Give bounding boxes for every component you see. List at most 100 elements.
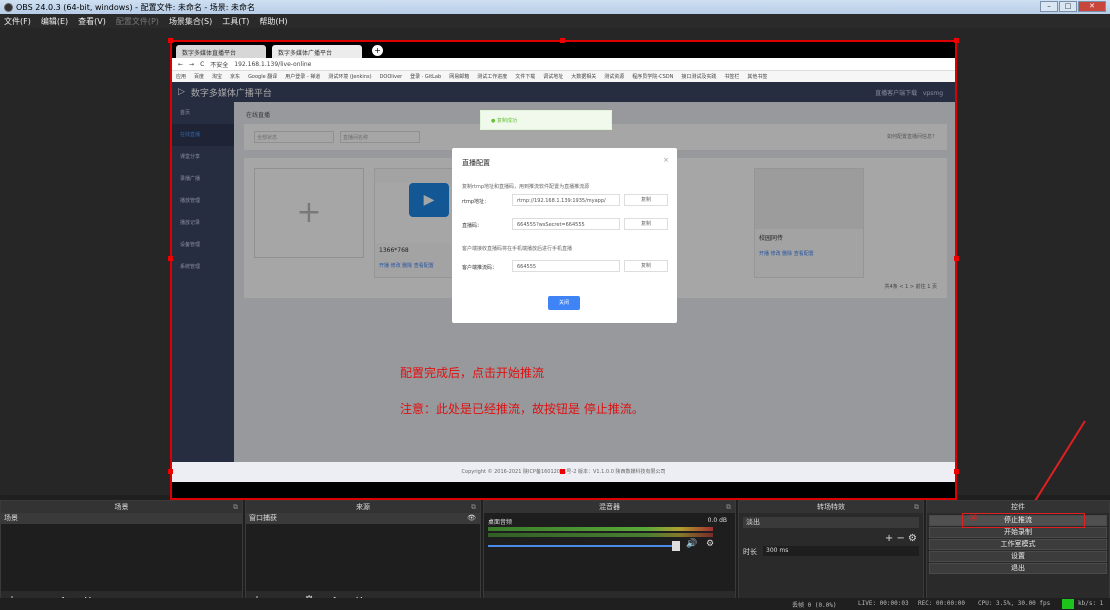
- transitions-toolbar[interactable]: + − ⚙: [885, 533, 917, 544]
- bookmark-item[interactable]: 大数据相关: [571, 73, 596, 80]
- preview-canvas[interactable]: 数字多媒体直播平台 数字多媒体广播平台 + ← → C 不安全 192.168.…: [170, 40, 957, 500]
- visibility-eye-icon[interactable]: 👁: [467, 513, 476, 524]
- menu-bar: 文件(F) 编辑(E) 查看(V) 配置文件(P) 场景集合(S) 工具(T) …: [0, 14, 1110, 28]
- controls-dock-title: 控件: [927, 501, 1109, 513]
- bitrate: kb/s: 1: [1078, 600, 1104, 607]
- menu-scene-collection[interactable]: 场景集合(S): [169, 16, 212, 27]
- live-config-dialog: 直播配置 × 复制rtmp地址和直播码，用到推流软件配置为直播推流源 rtmp地…: [452, 148, 677, 323]
- resize-handle[interactable]: [560, 469, 565, 474]
- copy-toast: ● 复制成功: [480, 110, 612, 130]
- menu-edit[interactable]: 编辑(E): [41, 16, 68, 27]
- resize-handle[interactable]: [954, 256, 959, 261]
- toast-text: 复制成功: [496, 118, 517, 124]
- bookmark-item[interactable]: 登录 · GitLab: [410, 73, 441, 80]
- window-titlebar: OBS 24.0.3 (64-bit, windows) - 配置文件: 未命名…: [0, 0, 1110, 14]
- source-item[interactable]: 窗口捕获 👁: [246, 513, 480, 524]
- copy-key-button[interactable]: 复制: [624, 218, 668, 230]
- new-tab-icon[interactable]: +: [372, 45, 383, 56]
- back-icon[interactable]: ←: [178, 61, 183, 68]
- browser-tab-2[interactable]: 数字多媒体广播平台: [272, 45, 362, 58]
- start-recording-button[interactable]: 开始录制: [929, 527, 1107, 538]
- bookmark-item[interactable]: 测试环境 (Jenkins): [328, 73, 371, 80]
- client-code-field[interactable]: 664555: [512, 260, 620, 272]
- copy-client-button[interactable]: 复制: [624, 260, 668, 272]
- bookmark-item[interactable]: 接口测试及实践: [681, 73, 716, 80]
- annotation-line-1: 配置完成后，点击开始推流: [400, 366, 545, 380]
- close-button[interactable]: ✕: [1078, 1, 1106, 12]
- track-name: 桌面音频: [488, 519, 513, 526]
- menu-view[interactable]: 查看(V): [78, 16, 106, 27]
- studio-mode-button[interactable]: 工作室模式: [929, 539, 1107, 550]
- bookmark-item[interactable]: 测试资源: [604, 73, 624, 80]
- scene-item[interactable]: 场景: [1, 513, 242, 524]
- sources-dock: 来源⧉ 窗口捕获 👁 + − ⚙ ∧ ∨: [245, 500, 481, 610]
- volume-slider-handle[interactable]: [672, 541, 680, 551]
- bookmark-item[interactable]: 文件下载: [515, 73, 535, 80]
- menu-profile[interactable]: 配置文件(P): [116, 16, 159, 27]
- track-db: 0.0 dB: [707, 517, 727, 524]
- mixer-dock: 混音器 ⧉ 桌面音频 0.0 dB 🔊 ⚙: [483, 500, 736, 610]
- bookmark-item[interactable]: 用户登录 - 禅道: [285, 73, 320, 80]
- browser-tab-1[interactable]: 数字多媒体直播平台: [176, 45, 266, 58]
- duration-field[interactable]: 300 ms: [763, 546, 919, 556]
- url-field[interactable]: 192.168.1.139/live-online: [234, 61, 311, 68]
- bookmark-item[interactable]: 应用: [176, 73, 186, 80]
- mixer-track: 桌面音频 0.0 dB: [488, 517, 731, 526]
- reload-icon[interactable]: C: [200, 61, 204, 68]
- rec-timer: REC: 00:00:00: [918, 600, 965, 607]
- scenes-dock: 场景⧉ 场景 + − ∧ ∨: [0, 500, 243, 610]
- bookmark-item[interactable]: 书签栏: [724, 73, 739, 80]
- bookmark-item[interactable]: 程序员学院-CSDN: [632, 73, 673, 80]
- bookmark-item[interactable]: 测试工作进度: [477, 73, 507, 80]
- live-timer: LIVE: 00:00:03: [858, 600, 909, 607]
- bookmarks-bar: 应用 百度 淘宝 京东 Google 翻译 用户登录 - 禅道 测试环境 (Je…: [172, 71, 955, 82]
- resize-handle[interactable]: [954, 469, 959, 474]
- settings-button[interactable]: 设置: [929, 551, 1107, 562]
- maximize-button[interactable]: □: [1059, 1, 1077, 12]
- window-controls: – □ ✕: [1040, 1, 1106, 12]
- transitions-body: 淡出 + − ⚙ 时长 300 ms: [739, 513, 923, 591]
- minimize-button[interactable]: –: [1040, 1, 1058, 12]
- bookmark-item[interactable]: 百度: [194, 73, 204, 80]
- bookmark-item[interactable]: DOOliver: [380, 74, 403, 80]
- volume-meter: [488, 533, 713, 537]
- bookmark-item[interactable]: 其他书签: [747, 73, 767, 80]
- resize-handle[interactable]: [168, 38, 173, 43]
- transitions-dock-title: 转场特效 ⧉: [739, 501, 923, 513]
- dialog-close-icon[interactable]: ×: [663, 156, 669, 164]
- rtmp-field[interactable]: rtmp://192.168.1.139:1935/myapp/: [512, 194, 620, 206]
- annotation-highlight: ④: [962, 513, 1085, 528]
- scenes-dock-title: 场景 ⧉: [1, 501, 242, 513]
- bookmark-item[interactable]: 京东: [230, 73, 240, 80]
- bookmark-item[interactable]: 调试地址: [543, 73, 563, 80]
- gear-icon[interactable]: ⚙: [706, 539, 714, 549]
- dropped-frames: 丢帧 0 (0.0%): [792, 602, 837, 609]
- menu-file[interactable]: 文件(F): [4, 16, 31, 27]
- resize-handle[interactable]: [168, 469, 173, 474]
- resize-handle[interactable]: [560, 38, 565, 43]
- resize-handle[interactable]: [954, 38, 959, 43]
- forward-icon[interactable]: →: [189, 61, 194, 68]
- menu-tools[interactable]: 工具(T): [222, 16, 249, 27]
- sources-dock-title: 来源 ⧉: [246, 501, 480, 513]
- cpu-fps: CPU: 3.5%, 30.00 fps: [978, 600, 1051, 607]
- menu-help[interactable]: 帮助(H): [259, 16, 287, 27]
- preview-area: 数字多媒体直播平台 数字多媒体广播平台 + ← → C 不安全 192.168.…: [0, 28, 1110, 500]
- window-title: OBS 24.0.3 (64-bit, windows) - 配置文件: 未命名…: [16, 2, 256, 12]
- transition-select[interactable]: 淡出: [743, 517, 919, 528]
- copy-rtmp-button[interactable]: 复制: [624, 194, 668, 206]
- exit-button[interactable]: 退出: [929, 563, 1107, 574]
- bookmark-item[interactable]: Google 翻译: [248, 73, 277, 80]
- duration-label: 时长: [743, 548, 757, 556]
- volume-slider[interactable]: [488, 545, 678, 547]
- stream-key-field[interactable]: 664555?wsSecret=664555: [512, 218, 620, 230]
- annotation-line-2: 注意：此处是已经推流，故按钮是 停止推流。: [400, 402, 644, 416]
- bookmark-item[interactable]: 淘宝: [212, 73, 222, 80]
- speaker-icon[interactable]: 🔊: [686, 539, 697, 549]
- client-code-label: 客户端推流码：: [462, 265, 498, 271]
- stream-key-label: 直播码：: [462, 223, 483, 229]
- resize-handle[interactable]: [168, 256, 173, 261]
- dialog-close-button[interactable]: 关闭: [548, 296, 580, 310]
- bookmark-item[interactable]: 网易邮箱: [449, 73, 469, 80]
- browser-tabbar: 数字多媒体直播平台 数字多媒体广播平台 +: [172, 42, 955, 58]
